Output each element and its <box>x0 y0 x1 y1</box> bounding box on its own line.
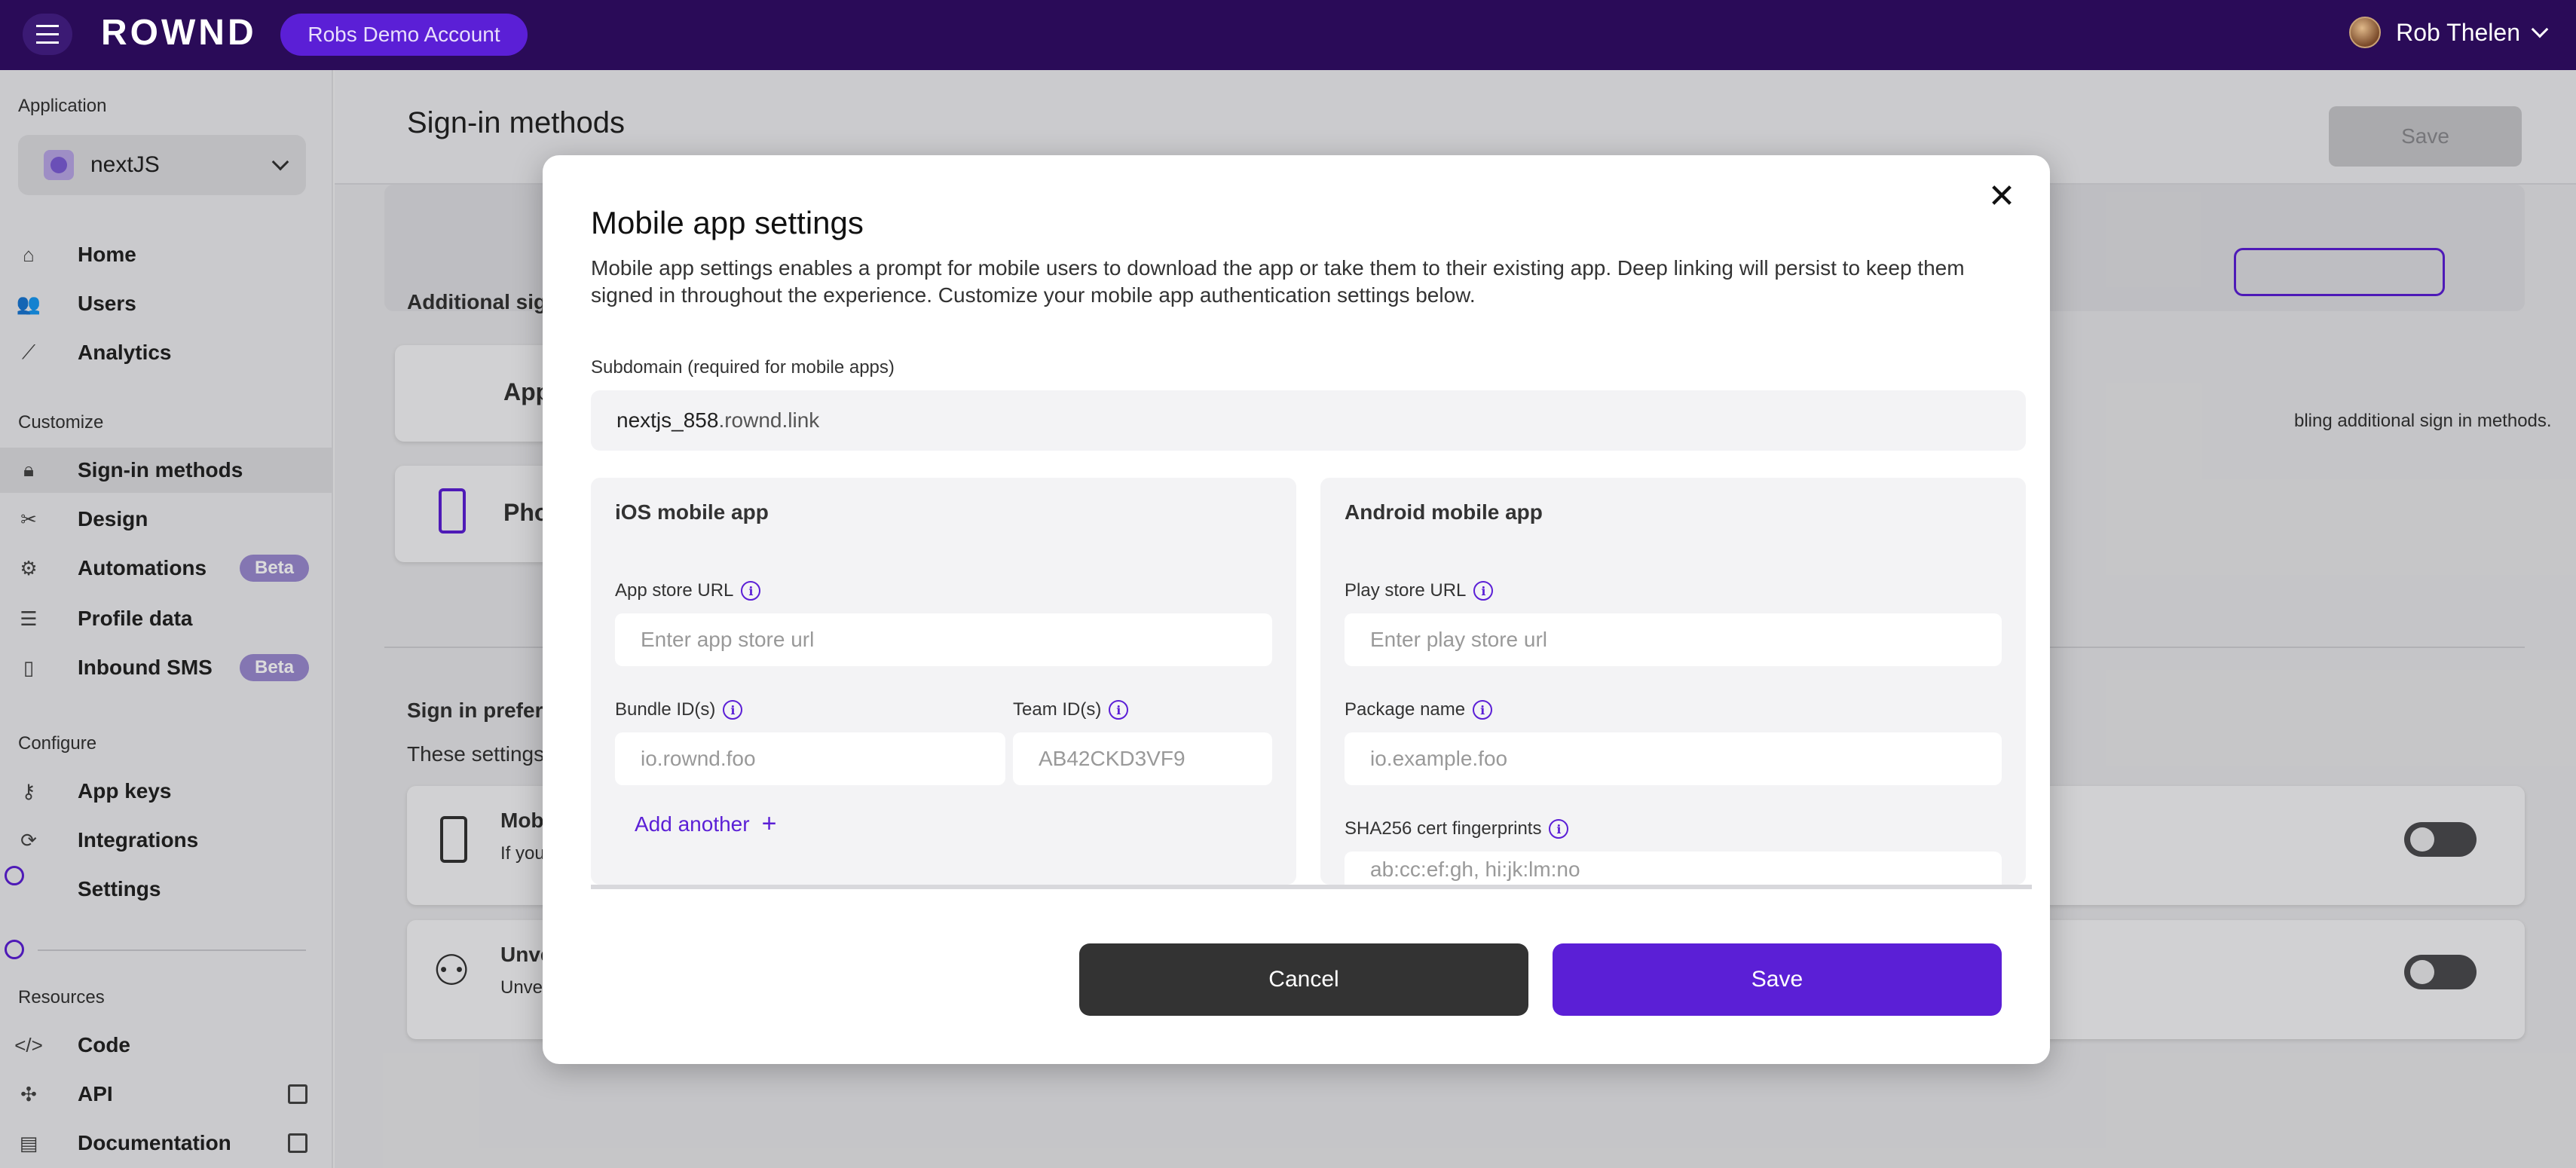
menu-button[interactable] <box>23 14 72 55</box>
field-label-text: Team ID(s) <box>1013 699 1102 720</box>
subdomain-label: Subdomain (required for mobile apps) <box>591 357 895 378</box>
cancel-button[interactable]: Cancel <box>1079 943 1528 1016</box>
account-switcher[interactable]: Robs Demo Account <box>280 14 528 56</box>
mobile-app-settings-modal: ✕ Mobile app settings Mobile app setting… <box>543 155 2050 1064</box>
package-name-label: Package name i <box>1345 699 1493 720</box>
sha256-input[interactable]: ab:cc:ef:gh, hi:jk:lm:no <box>1345 852 2002 885</box>
save-button[interactable]: Save <box>1553 943 2002 1016</box>
team-id-input[interactable]: AB42CKD3VF9 <box>1013 732 1272 785</box>
user-menu[interactable]: Rob Thelen <box>2349 17 2549 48</box>
info-icon[interactable]: i <box>723 700 743 720</box>
field-label-text: Bundle ID(s) <box>615 699 716 720</box>
modal-description: Mobile app settings enables a prompt for… <box>591 256 1965 307</box>
bundle-id-input[interactable]: io.rownd.foo <box>615 732 1005 785</box>
info-icon[interactable]: i <box>741 581 761 601</box>
field-label-text: App store URL <box>615 580 734 601</box>
ios-panel-title: iOS mobile app <box>615 500 769 524</box>
team-id-label: Team ID(s) i <box>1013 699 1129 720</box>
bundle-id-label: Bundle ID(s) i <box>615 699 743 720</box>
info-icon[interactable]: i <box>1473 581 1494 601</box>
add-another-label: Add another <box>635 812 750 836</box>
field-label-text: Package name <box>1345 699 1466 720</box>
app-store-url-input[interactable]: Enter app store url <box>615 613 1272 666</box>
subdomain-value: nextjs_858 <box>616 408 719 432</box>
add-another-button[interactable]: Add another + <box>635 809 776 839</box>
play-store-url-input[interactable]: Enter play store url <box>1345 613 2002 666</box>
hamburger-icon <box>36 22 59 47</box>
top-bar: ROWND Robs Demo Account Rob Thelen <box>0 0 2576 70</box>
close-icon[interactable]: ✕ <box>1984 178 2020 215</box>
ios-panel: iOS mobile app App store URL i Enter app… <box>591 478 1296 885</box>
chevron-down-icon <box>2531 20 2549 38</box>
sha256-label: SHA256 cert fingerprints i <box>1345 818 1569 839</box>
play-store-url-label: Play store URL i <box>1345 580 1494 601</box>
user-name: Rob Thelen <box>2396 18 2520 46</box>
android-panel-title: Android mobile app <box>1345 500 1543 524</box>
subdomain-field[interactable]: nextjs_858 .rownd.link <box>591 390 2026 451</box>
modal-title: Mobile app settings <box>591 205 864 240</box>
package-name-input[interactable]: io.example.foo <box>1345 732 2002 785</box>
info-icon[interactable]: i <box>1473 700 1493 720</box>
field-label-text: SHA256 cert fingerprints <box>1345 818 1542 839</box>
subdomain-suffix: .rownd.link <box>718 408 820 432</box>
info-icon[interactable]: i <box>1549 819 1569 839</box>
scroll-edge <box>591 885 2032 889</box>
android-panel: Android mobile app Play store URL i Ente… <box>1320 478 2026 885</box>
field-label-text: Play store URL <box>1345 580 1467 601</box>
avatar <box>2349 17 2382 48</box>
plus-icon: + <box>761 809 777 838</box>
rownd-logo[interactable]: ROWND <box>101 12 257 54</box>
app-store-url-label: App store URL i <box>615 580 761 601</box>
info-icon[interactable]: i <box>1109 700 1129 720</box>
